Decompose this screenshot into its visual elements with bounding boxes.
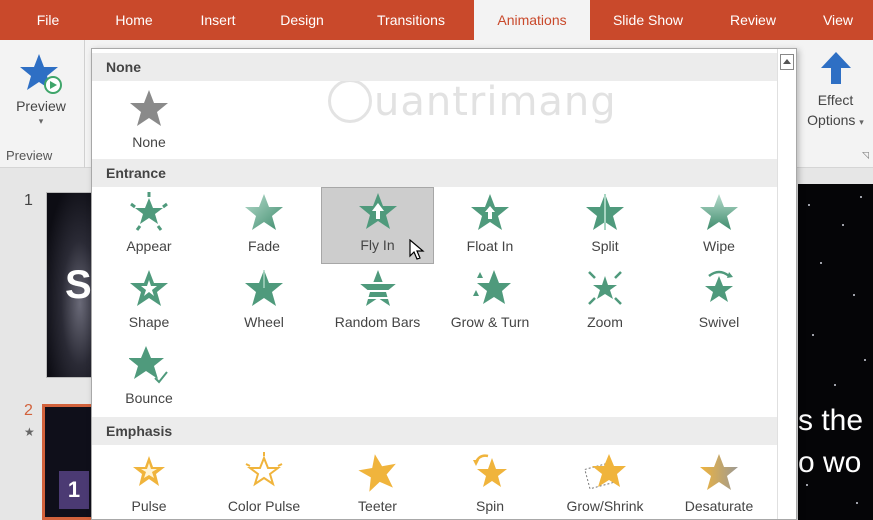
preview-group-label: Preview	[6, 148, 53, 163]
effect-pulse[interactable]: Pulse	[94, 449, 204, 519]
animation-gallery: uantrimang None None Entrance Appear Fad…	[91, 48, 797, 520]
teeter-star-icon	[357, 454, 396, 492]
slide-text-line-1: s the	[798, 404, 864, 437]
slide-canvas[interactable]: s the o wo	[798, 184, 873, 520]
spin-star-icon	[473, 454, 507, 487]
ribbon-tab-bar: File Home Insert Design Transitions Anim…	[0, 0, 873, 40]
preview-label: Preview	[16, 98, 66, 114]
tab-view[interactable]: View	[808, 0, 868, 40]
effect-teeter[interactable]: Teeter	[321, 449, 434, 519]
effect-desaturate[interactable]: Desaturate	[664, 449, 774, 519]
dialog-launcher-icon[interactable]: ◹	[862, 150, 869, 161]
watermark-text: uantrimang	[374, 79, 617, 125]
preview-button[interactable]: Preview ▾	[10, 46, 72, 146]
shape-star-icon	[130, 270, 168, 306]
section-heading-emphasis: Emphasis	[92, 417, 778, 445]
fly-in-star-icon	[358, 193, 397, 229]
slide-number-1: 1	[24, 192, 33, 209]
float-in-star-icon	[471, 194, 509, 230]
animation-marker-icon: ★	[24, 425, 35, 439]
slide-thumbnails-pane: 1 S 2 ★ 1	[0, 168, 95, 520]
bounce-star-icon	[129, 346, 168, 384]
effect-fade[interactable]: Fade	[209, 189, 319, 264]
effect-split[interactable]: Split	[550, 189, 660, 264]
preview-star-icon	[20, 54, 62, 94]
random-bars-star-icon	[357, 270, 398, 306]
tab-home[interactable]: Home	[104, 0, 164, 40]
split-star-icon	[586, 194, 624, 230]
tab-design[interactable]: Design	[270, 0, 334, 40]
mouse-pointer-icon	[409, 239, 425, 260]
effect-options-label-1: Effect	[817, 92, 854, 108]
tab-slide-show[interactable]: Slide Show	[598, 0, 698, 40]
effect-spin[interactable]: Spin	[435, 449, 545, 519]
tab-file[interactable]: File	[22, 0, 74, 40]
tab-insert[interactable]: Insert	[188, 0, 248, 40]
preview-caret-icon: ▾	[38, 116, 44, 126]
zoom-star-icon	[588, 271, 622, 305]
effect-wipe[interactable]: Wipe	[664, 189, 774, 264]
tab-transitions[interactable]: Transitions	[356, 0, 466, 40]
swivel-star-icon	[705, 270, 733, 302]
effect-zoom[interactable]: Zoom	[550, 265, 660, 340]
slide-thumbnail-2[interactable]: 1	[42, 404, 95, 520]
gallery-scrollbar[interactable]	[777, 49, 796, 519]
effect-swivel[interactable]: Swivel	[664, 265, 774, 340]
slide-thumbnail-1[interactable]: S	[46, 192, 95, 378]
slide-text-line-2: o wo	[798, 446, 862, 479]
tab-animations[interactable]: Animations	[474, 0, 590, 40]
fade-star-icon	[245, 194, 283, 230]
section-heading-entrance: Entrance	[92, 159, 778, 187]
scroll-up-arrow-icon[interactable]	[780, 54, 794, 70]
star-none-icon	[130, 90, 168, 126]
group-divider	[84, 40, 85, 168]
pulse-star-icon	[133, 456, 165, 486]
effect-options-caret-icon: ▾	[859, 117, 864, 127]
thumbnail-2-number: 1	[59, 471, 89, 509]
slide-number-2: 2	[24, 402, 33, 419]
effect-float-in[interactable]: Float In	[435, 189, 545, 264]
watermark-logo-icon	[328, 79, 372, 123]
effect-options-button[interactable]: Effect Options ▾	[798, 46, 873, 146]
effect-bounce[interactable]: Bounce	[94, 341, 204, 416]
grow-turn-star-icon	[473, 270, 511, 304]
appear-star-icon	[130, 192, 168, 231]
tab-review[interactable]: Review	[718, 0, 788, 40]
effect-appear[interactable]: Appear	[94, 189, 204, 264]
effect-random-bars[interactable]: Random Bars	[321, 265, 434, 340]
effect-wheel[interactable]: Wheel	[209, 265, 319, 340]
effect-none[interactable]: None	[94, 85, 204, 160]
wipe-star-icon	[700, 194, 738, 230]
grow-shrink-star-icon	[584, 454, 626, 490]
effect-shape[interactable]: Shape	[94, 265, 204, 340]
effect-grow-shrink[interactable]: Grow/Shrink	[550, 449, 660, 519]
thumbnail-1-text: S	[65, 263, 92, 307]
effect-options-label-2: Options	[807, 112, 856, 128]
desaturate-star-icon	[700, 454, 738, 490]
color-pulse-star-icon	[245, 452, 283, 487]
wheel-star-icon	[245, 270, 283, 306]
arrow-up-icon	[820, 52, 851, 84]
effect-grow-turn[interactable]: Grow & Turn	[435, 265, 545, 340]
effect-color-pulse[interactable]: Color Pulse	[209, 449, 319, 519]
section-heading-none: None	[92, 53, 778, 81]
